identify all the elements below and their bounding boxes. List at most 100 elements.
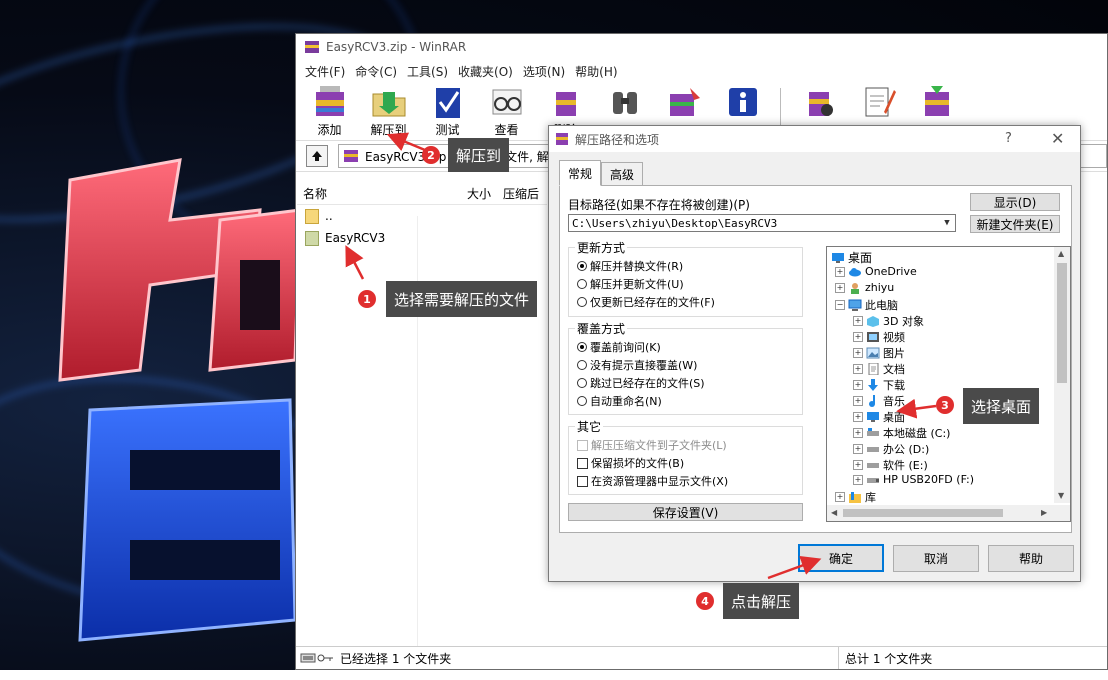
path-label: 目标路径(如果不存在将被创建)(P)	[568, 198, 750, 212]
tree-item-libraries[interactable]: + 库	[835, 489, 876, 505]
tab-advanced[interactable]: 高级	[601, 162, 644, 186]
help-button[interactable]: 帮助	[988, 545, 1074, 572]
tree-item-desktop-root[interactable]: 桌面	[831, 249, 872, 266]
ok-button[interactable]: 确定	[798, 544, 884, 572]
dialog-title: 解压路径和选项	[575, 132, 660, 147]
tree-item-pictures[interactable]: + 图片	[853, 345, 905, 361]
file-name: ..	[325, 209, 333, 223]
view-button[interactable]: 查看	[477, 82, 536, 140]
checkbox-label: 保留损坏的文件(B)	[591, 457, 685, 470]
radio-button[interactable]	[577, 360, 587, 370]
radio-skip-existing[interactable]: 跳过已经存在的文件(S)	[577, 375, 705, 391]
status-selection: 已经选择 1 个文件夹	[340, 651, 452, 666]
tree-item-downloads[interactable]: + 下载	[853, 377, 905, 393]
menu-tools[interactable]: 工具(S)	[402, 63, 453, 80]
expand-icon[interactable]: +	[853, 412, 863, 422]
scroll-up-icon[interactable]: ▲	[1058, 249, 1064, 258]
check-keep-broken[interactable]: 保留损坏的文件(B)	[577, 455, 684, 471]
expand-icon[interactable]: +	[853, 444, 863, 454]
tree-item-drive-d[interactable]: + 办公 (D:)	[853, 441, 929, 457]
new-folder-button[interactable]: 新建文件夹(E)	[970, 215, 1060, 233]
video-icon	[867, 332, 879, 342]
radio-extract-replace[interactable]: 解压并替换文件(R)	[577, 258, 683, 274]
update-mode-title: 更新方式	[575, 239, 628, 256]
extract-to-button[interactable]: 解压到	[359, 82, 418, 140]
tree-vertical-scrollbar[interactable]: ▲ ▼	[1054, 247, 1070, 503]
cancel-button[interactable]: 取消	[893, 545, 979, 572]
tree-item-3d-objects[interactable]: + 3D 对象	[853, 313, 924, 329]
expand-icon[interactable]: +	[853, 348, 863, 358]
radio-button[interactable]	[577, 396, 587, 406]
tree-item-desktop[interactable]: + 桌面	[853, 409, 905, 425]
radio-ask-before[interactable]: 覆盖前询问(K)	[577, 339, 661, 355]
test-button[interactable]: 测试	[418, 82, 477, 140]
scroll-thumb[interactable]	[843, 509, 1003, 517]
tree-item-usb-f[interactable]: + HP USB20FD (F:)	[853, 473, 974, 486]
scroll-down-icon[interactable]: ▼	[1058, 491, 1064, 500]
tree-item-documents[interactable]: + 文档	[853, 361, 905, 377]
expand-icon[interactable]: +	[835, 266, 845, 277]
tree-item-onedrive[interactable]: + OneDrive	[835, 265, 917, 278]
save-settings-button[interactable]: 保存设置(V)	[568, 503, 803, 521]
tree-item-this-pc[interactable]: − 此电脑	[835, 297, 898, 313]
radio-overwrite-silent[interactable]: 没有提示直接覆盖(W)	[577, 357, 697, 373]
checkbox-label: 在资源管理器中显示文件(X)	[591, 475, 729, 488]
tree-item-drive-e[interactable]: + 软件 (E:)	[853, 457, 928, 473]
destination-path-input[interactable]: C:\Users\zhiyu\Desktop\EasyRCV3 ▼	[568, 214, 956, 232]
radio-button[interactable]	[577, 297, 587, 307]
scroll-right-icon[interactable]: ▶	[1041, 508, 1047, 517]
expand-icon[interactable]: +	[853, 332, 863, 342]
folder-tree[interactable]: 桌面 + OneDrive + zhiyu − 此电脑 + 3D 对象 + 视频…	[826, 246, 1071, 522]
file-list: 名称 大小 压缩后 .. EasyRCV3	[297, 182, 547, 642]
menu-favorites[interactable]: 收藏夹(O)	[453, 63, 518, 80]
expand-icon[interactable]: +	[853, 396, 863, 406]
tree-item-music[interactable]: + 音乐	[853, 393, 905, 409]
dialog-close-icon[interactable]: ✕	[1051, 129, 1064, 148]
checkbox	[577, 439, 588, 451]
overwrite-mode-group: 覆盖方式 覆盖前询问(K) 没有提示直接覆盖(W) 跳过已经存在的文件(S) 自…	[568, 320, 803, 415]
tree-item-drive-c[interactable]: + 本地磁盘 (C:)	[853, 425, 950, 441]
menu-file[interactable]: 文件(F)	[300, 63, 350, 80]
radio-button[interactable]	[577, 342, 587, 352]
scroll-left-icon[interactable]: ◀	[831, 508, 837, 517]
radio-button[interactable]	[577, 279, 587, 289]
column-name[interactable]: 名称	[297, 185, 419, 202]
file-row-easyrcv3[interactable]: EasyRCV3	[297, 227, 547, 249]
tree-label: 库	[865, 491, 876, 504]
sfx-icon	[924, 86, 949, 116]
column-packed[interactable]: 压缩后	[497, 185, 547, 202]
expand-icon[interactable]: +	[835, 492, 845, 502]
expand-icon[interactable]: +	[853, 428, 863, 438]
expand-icon[interactable]: +	[853, 380, 863, 390]
expand-icon[interactable]: +	[853, 316, 863, 326]
expand-icon[interactable]: +	[835, 282, 845, 293]
radio-button[interactable]	[577, 261, 587, 271]
expand-icon[interactable]: +	[853, 474, 863, 485]
check-extract-subfolder: 解压压缩文件到子文件夹(L)	[577, 437, 727, 453]
tree-item-videos[interactable]: + 视频	[853, 329, 905, 345]
checkbox[interactable]	[577, 457, 588, 469]
up-folder-button[interactable]	[306, 145, 328, 167]
add-button[interactable]: 添加	[300, 82, 359, 140]
tree-horizontal-scrollbar[interactable]: ◀ ▶	[827, 505, 1070, 521]
chevron-down-icon[interactable]: ▼	[939, 215, 955, 231]
radio-auto-rename[interactable]: 自动重命名(N)	[577, 393, 662, 409]
tree-item-zhiyu[interactable]: + zhiyu	[835, 281, 894, 294]
menu-options[interactable]: 选项(N)	[518, 63, 570, 80]
file-row-parent[interactable]: ..	[297, 205, 547, 227]
dialog-help-icon[interactable]: ?	[1005, 131, 1012, 146]
show-button[interactable]: 显示(D)	[970, 193, 1060, 211]
tab-general[interactable]: 常规	[559, 160, 602, 186]
column-size[interactable]: 大小	[419, 185, 497, 202]
radio-fresh-existing[interactable]: 仅更新已经存在的文件(F)	[577, 294, 715, 310]
menu-commands[interactable]: 命令(C)	[350, 63, 402, 80]
menu-help[interactable]: 帮助(H)	[570, 63, 622, 80]
checkbox[interactable]	[577, 475, 588, 487]
expand-icon[interactable]: +	[853, 364, 863, 374]
check-show-in-explorer[interactable]: 在资源管理器中显示文件(X)	[577, 473, 728, 489]
radio-extract-update[interactable]: 解压并更新文件(U)	[577, 276, 684, 292]
radio-button[interactable]	[577, 378, 587, 388]
collapse-icon[interactable]: −	[835, 300, 845, 310]
scroll-thumb[interactable]	[1057, 263, 1067, 383]
expand-icon[interactable]: +	[853, 460, 863, 470]
